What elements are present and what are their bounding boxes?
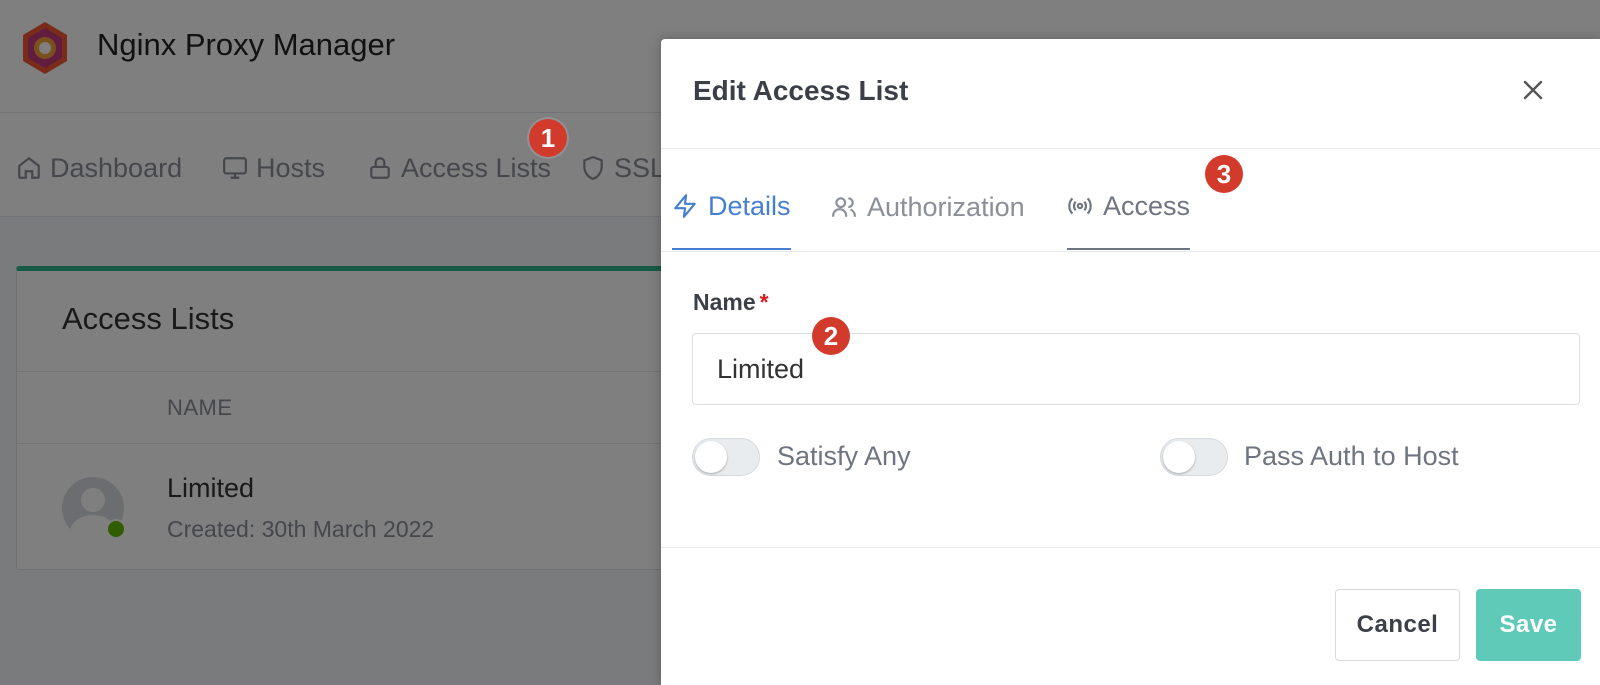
divider [661,148,1600,149]
modal-title: Edit Access List [693,75,909,106]
required-asterisk: * [759,289,769,315]
annotation-badge: 1 [529,119,567,157]
annotation-badge: 2 [812,317,850,355]
tab-details[interactable]: Details [672,164,791,250]
tab-access-label: Access [1103,190,1191,221]
tab-details-label: Details [708,190,791,221]
tab-authorization[interactable]: Authorization [831,164,1025,250]
pass-auth-toggle[interactable] [1160,438,1228,476]
satisfy-any-toggle[interactable] [692,438,760,476]
footer-divider [661,547,1600,548]
users-icon [832,197,856,217]
tab-authorization-label: Authorization [867,191,1025,222]
satisfy-any-label: Satisfy Any [777,441,911,471]
close-button[interactable] [1518,75,1548,105]
cancel-button[interactable]: Cancel [1335,589,1460,661]
save-button[interactable]: Save [1476,589,1581,661]
pass-auth-label: Pass Auth to Host [1244,441,1459,471]
zap-icon [674,194,696,218]
tabs-divider [661,251,1600,252]
close-icon [1523,80,1543,100]
edit-access-list-modal: Edit Access List Details Authorization A… [661,39,1600,685]
name-label: Name * [693,289,769,315]
annotation-badge: 3 [1205,155,1243,193]
radio-icon [1068,197,1092,215]
tab-access[interactable]: Access [1067,164,1191,250]
